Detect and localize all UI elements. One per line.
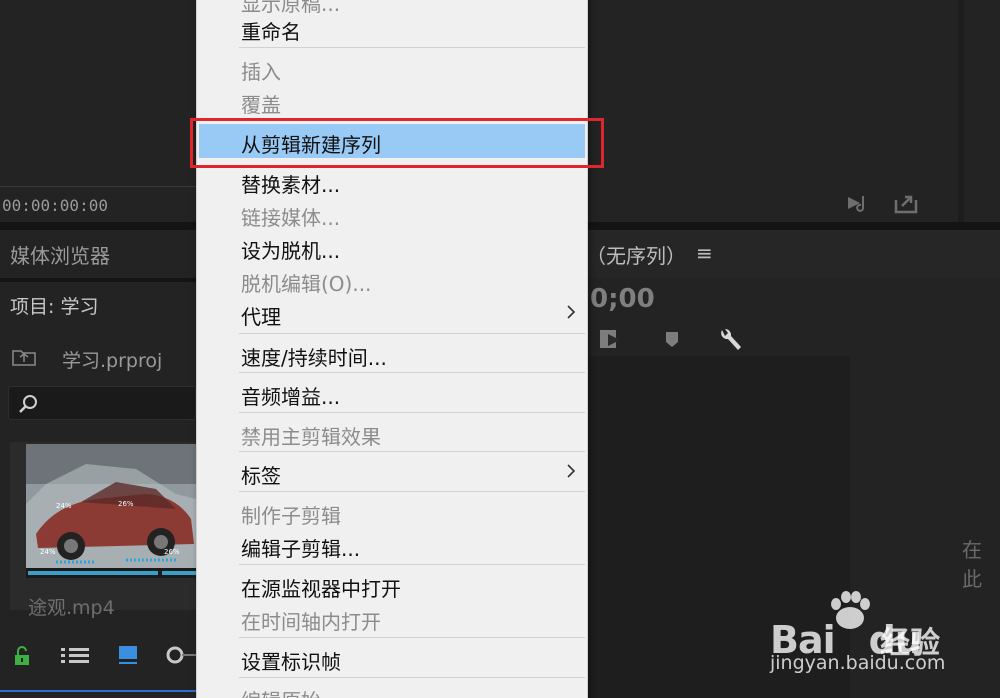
panel-divider: [0, 222, 196, 230]
audio-play-icon[interactable]: [846, 192, 872, 214]
menu-item-label: 设为脱机...: [241, 239, 341, 263]
menu-item-label: 脱机编辑(O)...: [241, 272, 372, 296]
menu-item-rename[interactable]: 重命名: [197, 12, 587, 46]
menu-item-label-submenu[interactable]: 标签: [197, 456, 587, 490]
menu-item-set-poster-frame[interactable]: 设置标识帧: [197, 642, 587, 676]
menu-separator: [239, 491, 585, 492]
car-thumbnail-image: 24% 24% 26% 26%: [26, 444, 196, 568]
menu-item-edit-offline[interactable]: 脱机编辑(O)...: [197, 264, 587, 298]
chevron-right-icon: [567, 464, 576, 478]
timeline-timecode[interactable]: 0;00: [590, 284, 655, 314]
zoom-slider[interactable]: [164, 644, 196, 666]
menu-separator: [239, 451, 585, 452]
menu-item-label: 在源监视器中打开: [241, 577, 401, 601]
list-view-icon[interactable]: [60, 646, 90, 666]
menu-item-label: 插入: [241, 60, 281, 84]
menu-item-label: 编辑原始: [241, 685, 321, 698]
menu-item-label: 禁用主剪辑效果: [241, 425, 381, 449]
timeline-drop-hint: 在此: [962, 538, 982, 591]
menu-separator: [239, 564, 585, 565]
menu-separator: [239, 637, 585, 638]
watermark-url: jingyan.baidu.com: [770, 652, 946, 674]
panel-focus-indicator: [0, 690, 196, 692]
menu-item-open-in-timeline[interactable]: 在时间轴内打开: [197, 602, 587, 636]
menu-item-edit-subclip[interactable]: 编辑子剪辑...: [197, 529, 587, 563]
menu-separator: [239, 372, 585, 373]
icon-view-icon[interactable]: [118, 644, 138, 666]
chevron-right-icon: [567, 305, 576, 319]
menu-item-link-media[interactable]: 链接媒体...: [197, 198, 587, 232]
menu-item-overwrite[interactable]: 覆盖: [197, 85, 587, 119]
source-monitor-divider: [0, 186, 196, 187]
clip-thumbnail[interactable]: 24% 24% 26% 26%: [26, 444, 196, 568]
menu-item-make-offline[interactable]: 设为脱机...: [197, 231, 587, 265]
menu-item-proxy[interactable]: 代理: [197, 297, 587, 331]
folder-up-icon[interactable]: [12, 348, 36, 366]
menu-item-label: 制作子剪辑: [241, 504, 341, 528]
thumb-label: 26%: [118, 500, 134, 508]
timeline-tab-label[interactable]: （无序列）: [586, 240, 686, 269]
menu-item-label: 重命名: [241, 20, 301, 44]
menu-item-label: 编辑子剪辑...: [241, 537, 361, 561]
menu-separator: [239, 333, 585, 334]
menu-item-label: 设置标识帧: [241, 650, 341, 674]
search-icon: [19, 395, 37, 413]
menu-item-speed-duration[interactable]: 速度/持续时间...: [197, 338, 587, 372]
clip-progress-fill: [28, 571, 158, 575]
menu-item-open-in-source-monitor[interactable]: 在源监视器中打开: [197, 569, 587, 603]
menu-item-edit-original[interactable]: 编辑原始: [197, 681, 587, 698]
menu-item-label: 在时间轴内打开: [241, 610, 381, 634]
context-menu: 显示原稿... 重命名 插入 覆盖 从剪辑新建序列 替换素材... 链接媒体..…: [196, 0, 588, 698]
thumb-label: 26%: [164, 548, 180, 556]
program-monitor-side-panel: [964, 0, 1000, 222]
project-panel-title[interactable]: 项目: 学习: [10, 292, 98, 319]
clip-progress-fill: [162, 571, 196, 575]
menu-separator: [239, 677, 585, 678]
export-frame-icon[interactable]: [894, 192, 920, 214]
panel-menu-icon[interactable]: ≡: [696, 241, 713, 265]
menu-item-label: 覆盖: [241, 93, 281, 117]
menu-item-replace-footage[interactable]: 替换素材...: [197, 165, 587, 199]
annotation-highlight-box: [190, 118, 604, 168]
add-marker-icon[interactable]: [658, 326, 686, 354]
menu-item-audio-gain[interactable]: 音频增益...: [197, 377, 587, 411]
menu-item-make-subclip[interactable]: 制作子剪辑: [197, 496, 587, 530]
menu-item-label: 标签: [241, 464, 281, 488]
lock-icon[interactable]: [12, 646, 32, 666]
source-timecode[interactable]: 00:00:00:00: [2, 196, 108, 215]
wrench-icon[interactable]: [716, 326, 744, 354]
menu-item-label: 代理: [241, 305, 281, 329]
project-file-name: 学习.prproj: [62, 350, 163, 372]
menu-item-insert[interactable]: 插入: [197, 52, 587, 86]
linked-selection-icon[interactable]: [596, 326, 624, 354]
program-monitor-panel: [588, 0, 958, 222]
panel-divider: [588, 222, 1000, 230]
menu-item-label: 链接媒体...: [241, 206, 341, 230]
menu-item-disable-master-clip-effects[interactable]: 禁用主剪辑效果: [197, 417, 587, 451]
clip-name[interactable]: 途观.mp4: [28, 593, 115, 620]
menu-item-label: 音频增益...: [241, 385, 341, 409]
thumb-label: 24%: [56, 502, 72, 510]
thumb-label: 24%: [40, 548, 56, 556]
menu-separator: [239, 412, 585, 413]
source-monitor-panel: [0, 0, 196, 222]
menu-separator: [239, 47, 585, 48]
media-browser-tab-label[interactable]: 媒体浏览器: [10, 240, 110, 269]
menu-item-label: 速度/持续时间...: [241, 346, 387, 370]
menu-item-label: 替换素材...: [241, 173, 341, 197]
